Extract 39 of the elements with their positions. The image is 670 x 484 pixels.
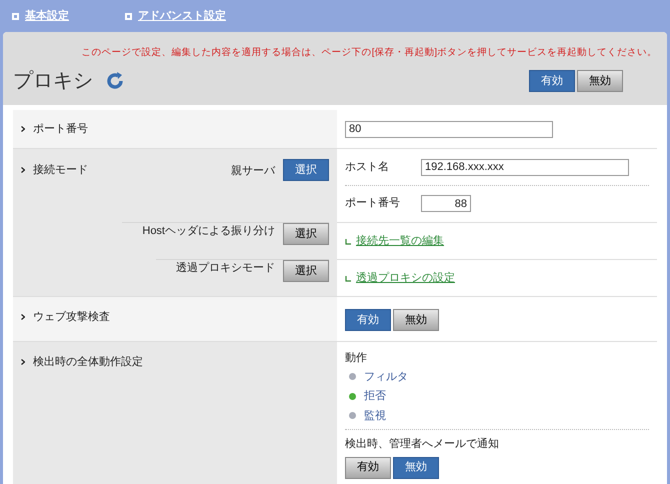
radio-label[interactable]: 拒否 [364,388,386,404]
link-icon [345,238,352,244]
port-input[interactable]: 88 [421,195,471,212]
page-title: プロキシ [13,69,93,94]
bullet-icon [21,314,25,320]
toggle-button[interactable]: 選択 [283,223,329,245]
host-input[interactable]: 192.168.xxx.xxx [421,158,629,176]
action-label: 動作 [345,351,368,366]
port-input[interactable]: 80 [345,120,553,138]
bullet-icon [21,359,25,366]
link-icon [345,274,352,282]
field-label: ポート番号 [345,196,401,212]
refresh-icon[interactable] [105,71,125,92]
toggle-button[interactable]: 無効 [393,456,439,478]
notify-label: 検出時、管理者へメールで通知 [345,436,500,452]
toggle-button[interactable]: 有効 [345,309,391,331]
toggle-button[interactable]: 有効 [345,456,391,478]
mode-label: Hostヘッダによる振り分け [142,224,275,239]
toggle-button[interactable]: 有効 [529,70,575,92]
toggle-button[interactable]: 選択 [283,159,329,181]
toggle-button[interactable]: 無効 [577,70,623,92]
settings-link[interactable]: 接続先一覧の編集 [356,232,444,250]
row-label: 検出時の全体動作設定 [33,354,143,370]
notice-text: このページで設定、編集した内容を適用する場合は、ページ下の[保存・再起動]ボタンを押してサービスを再起動してください。 [80,46,657,60]
square-bullet-icon [125,12,132,20]
toggle-button[interactable]: 選択 [283,260,329,282]
row-label: ポート番号 [33,122,88,137]
radio-label[interactable]: フィルタ [364,368,408,385]
settings-link[interactable]: 透過プロキシの設定 [356,270,455,286]
field-label: ホスト名 [345,160,390,175]
square-bullet-icon [12,12,19,20]
row-label: ウェブ攻撃検査 [33,310,110,325]
radio-label[interactable]: 監視 [364,408,386,424]
row-label: 接続モード [33,162,88,178]
toggle-button[interactable]: 無効 [393,309,439,331]
mode-label: 透過プロキシモード [176,260,275,276]
mode-label: 親サーバ [231,164,275,179]
bullet-icon [21,167,25,174]
bullet-icon [21,126,25,132]
